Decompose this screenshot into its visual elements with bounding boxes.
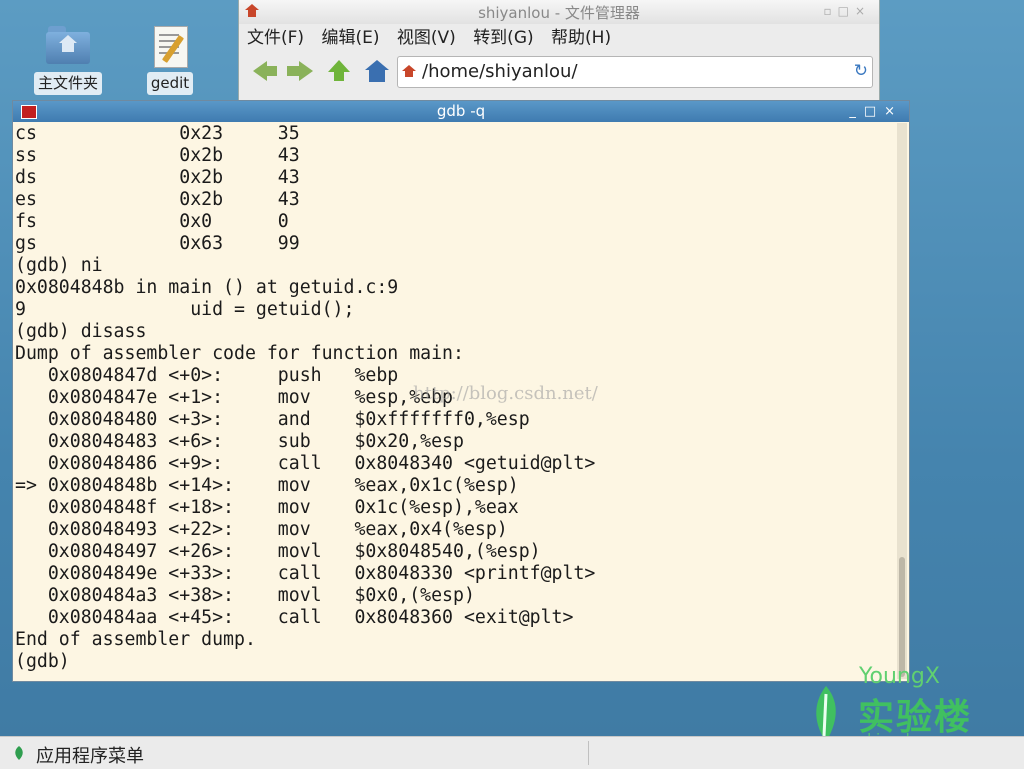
terminal-line: ds 0x2b 43 [15, 167, 300, 188]
desktop-icon-home-folder[interactable]: 主文件夹 [32, 24, 104, 95]
up-arrow-icon[interactable] [325, 60, 353, 82]
terminal-line: (gdb) ni [15, 255, 103, 276]
scrollbar[interactable] [897, 123, 907, 679]
location-path[interactable]: /home/shiyanlou/ [422, 61, 578, 82]
terminal-line: 0x0804848b in main () at getuid.c:9 [15, 277, 399, 298]
terminal-line: 0x08048480 <+3>: and $0xfffffff0,%esp [15, 409, 530, 430]
reload-icon[interactable]: ↻ [854, 61, 868, 81]
panel-separator [588, 741, 589, 765]
home-icon[interactable] [363, 60, 391, 82]
terminal-line: 9 uid = getuid(); [15, 299, 355, 320]
terminal-line: 0x08048497 <+26>: movl $0x8048540,(%esp) [15, 541, 541, 562]
terminal-line: (gdb) [15, 651, 70, 672]
bottom-panel: 应用程序菜单 [0, 736, 1024, 769]
window-controls[interactable]: _□× [849, 101, 903, 122]
window-title: shiyanlou - 文件管理器 [478, 4, 640, 22]
terminal-line: 0x08048483 <+6>: sub $0x20,%esp [15, 431, 464, 452]
text-editor-icon [146, 24, 194, 68]
terminal-line: (gdb) disass [15, 321, 147, 342]
terminal-line: Dump of assembler code for function main… [15, 343, 464, 364]
terminal-line: End of assembler dump. [15, 629, 256, 650]
file-manager-window: shiyanlou - 文件管理器 ▫□× 文件(F) 编辑(E) 视图(V) … [238, 0, 880, 101]
forward-arrow-icon[interactable] [287, 60, 315, 82]
terminal-titlebar[interactable]: gdb -q _□× [13, 101, 909, 122]
desktop-icon-label: 主文件夹 [33, 72, 102, 95]
terminal-line: 0x080484aa <+45>: call 0x8048360 <exit@p… [15, 607, 574, 628]
terminal-line: 0x080484a3 <+38>: movl $0x0,(%esp) [15, 585, 475, 606]
terminal-title: gdb -q [436, 102, 486, 120]
terminal-line: ss 0x2b 43 [15, 145, 300, 166]
location-bar[interactable]: /home/shiyanlou/ ↻ [397, 56, 873, 88]
terminal-line: es 0x2b 43 [15, 189, 300, 210]
menu-help[interactable]: 帮助(H) [551, 28, 611, 48]
home-icon [402, 65, 416, 78]
desktop-icon-gedit[interactable]: gedit [134, 24, 206, 95]
terminal-line: => 0x0804848b <+14>: mov %eax,0x1c(%esp) [15, 475, 519, 496]
leaf-logo-icon [816, 686, 836, 742]
back-arrow-icon[interactable] [251, 60, 279, 82]
menu-go[interactable]: 转到(G) [473, 28, 533, 48]
terminal-line: 0x0804848f <+18>: mov 0x1c(%esp),%eax [15, 497, 519, 518]
brand-tagline: YoungX [859, 664, 940, 689]
terminal-line: cs 0x23 35 [15, 123, 300, 144]
toolbar: /home/shiyanlou/ ↻ [239, 52, 879, 92]
menu-view[interactable]: 视图(V) [397, 28, 456, 48]
applications-menu-button[interactable]: 应用程序菜单 [36, 742, 144, 768]
terminal-line: 0x08048486 <+9>: call 0x8048340 <getuid@… [15, 453, 596, 474]
desktop-icon-label: gedit [146, 72, 194, 95]
scrollbar-thumb[interactable] [899, 557, 905, 677]
terminal-icon [21, 105, 37, 119]
menu-file[interactable]: 文件(F) [247, 28, 304, 48]
watermark-text: http://blog.csdn.net/ [413, 383, 598, 404]
terminal-line: fs 0x0 0 [15, 211, 289, 232]
terminal-line: 0x08048493 <+22>: mov %eax,0x4(%esp) [15, 519, 508, 540]
leaf-menu-icon[interactable] [12, 745, 26, 761]
menu-bar: 文件(F) 编辑(E) 视图(V) 转到(G) 帮助(H) [239, 24, 879, 52]
home-folder-icon [44, 24, 92, 68]
terminal-line: 0x0804849e <+33>: call 0x8048330 <printf… [15, 563, 596, 584]
window-controls[interactable]: ▫□× [823, 4, 871, 18]
terminal-line: gs 0x63 99 [15, 233, 300, 254]
menu-edit[interactable]: 编辑(E) [321, 28, 379, 48]
file-manager-titlebar[interactable]: shiyanlou - 文件管理器 ▫□× [239, 0, 879, 24]
